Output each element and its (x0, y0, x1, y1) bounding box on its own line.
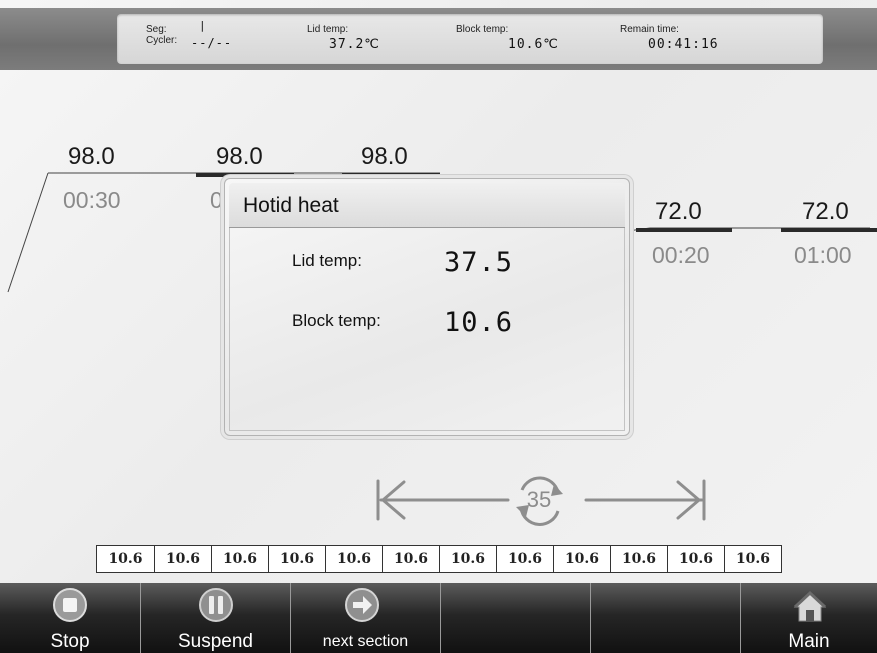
dialog-block-temp-label: Block temp: (292, 311, 381, 330)
step-3-temp: 98.0 (361, 143, 408, 170)
block-temp-cell: 10.6 (211, 546, 268, 572)
pause-icon (199, 588, 233, 622)
hot-lid-heat-dialog: Hotid heat Lid temp: 37.5 Block temp: 10… (224, 178, 630, 436)
step-1-time: 00:30 (63, 187, 121, 213)
cycle-count: 35 (526, 487, 552, 512)
block-temp-cell: 10.6 (610, 546, 667, 572)
suspend-label: Suspend (177, 631, 253, 652)
dialog-body: Lid temp: 37.5 Block temp: 10.6 (229, 228, 625, 431)
bottom-toolbar: Stop Suspend next section Main (0, 583, 877, 653)
step-5-temp: 72.0 (802, 198, 849, 225)
suspend-button[interactable]: Suspend (140, 583, 290, 653)
step-bar-5 (781, 228, 877, 232)
dialog-block-temp-value: 10.6 (444, 307, 514, 338)
step-bar-2 (196, 173, 294, 177)
next-section-button[interactable]: next section (290, 583, 440, 653)
block-temp-cell: 10.6 (382, 546, 439, 572)
empty-toolbar-slot-1 (440, 583, 590, 653)
stop-icon (53, 588, 87, 622)
dialog-lid-temp-label: Lid temp: (292, 251, 362, 270)
step-bar-4 (636, 228, 732, 232)
step-4-time: 00:20 (652, 242, 710, 268)
next-section-label: next section (322, 633, 409, 650)
dialog-lid-temp-value: 37.5 (444, 247, 514, 278)
block-temp-cell: 10.6 (325, 546, 382, 572)
home-icon (793, 590, 827, 622)
stop-label: Stop (50, 631, 90, 652)
step-5-time: 01:00 (794, 242, 852, 268)
next-arrow-icon (345, 588, 379, 622)
block-temp-cell: 10.6 (439, 546, 496, 572)
step-1-temp: 98.0 (68, 143, 115, 170)
step-2-temp: 98.0 (216, 143, 263, 170)
block-temp-cell: 10.6 (268, 546, 325, 572)
block-temp-cell: 10.6 (97, 546, 154, 572)
block-temp-cell: 10.6 (724, 546, 781, 572)
block-temp-cell: 10.6 (496, 546, 553, 572)
dialog-title: Hotid heat (243, 194, 339, 217)
block-temp-cell: 10.6 (154, 546, 211, 572)
stop-button[interactable]: Stop (0, 583, 140, 653)
main-label: Main (788, 631, 830, 652)
run-screen: Seg: Cycler: | --/-- Lid temp: 37.2℃ Blo… (0, 0, 877, 653)
empty-toolbar-slot-2 (590, 583, 740, 653)
step-4-temp: 72.0 (655, 198, 702, 225)
step-bar-3 (342, 173, 440, 177)
block-temp-cell: 10.6 (667, 546, 724, 572)
main-button[interactable]: Main (740, 583, 877, 653)
step-2-time: 0 (210, 187, 223, 213)
block-temp-strip: 10.6 10.6 10.6 10.6 10.6 10.6 10.6 10.6 … (96, 545, 782, 573)
block-temp-cell: 10.6 (553, 546, 610, 572)
ramp-line-1 (7, 172, 49, 293)
dialog-header: Hotid heat (229, 183, 625, 228)
